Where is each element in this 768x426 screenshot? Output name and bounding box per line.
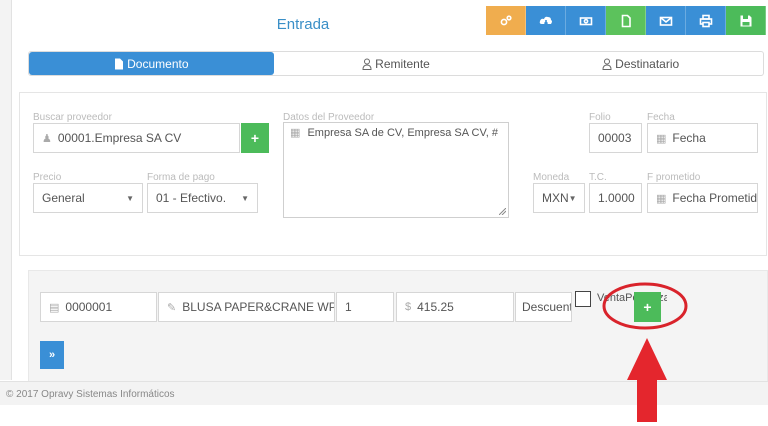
supplier-search-value: 00001.Empresa SA CV [57,131,182,145]
copyright-text: © 2017 Opravy Sistemas Informáticos [6,389,175,400]
quantity-input[interactable]: 1 [336,292,394,322]
sell-by-piece-checkbox[interactable] [575,291,591,307]
cloud-download-icon [539,16,552,25]
folio-label: Folio [589,112,611,123]
building-icon: ▦ [290,127,301,139]
edit-icon: ✎ [167,301,177,314]
cloud-download-button[interactable] [526,6,566,35]
footer: © 2017 Opravy Sistemas Informáticos [0,381,768,405]
envelope-icon [659,16,672,26]
product-description-input[interactable]: ✎ BLUSA PAPER&CRANE WP271 [158,292,335,322]
price-list-select[interactable]: General ▼ [33,183,143,213]
folio-input[interactable]: 00003 [589,123,642,153]
buscar-proveedor-label: Buscar proveedor [33,112,112,123]
tab-destinatario[interactable]: Destinatario [518,52,763,75]
resize-handle-icon[interactable] [499,208,506,215]
tab-remitente[interactable]: Remitente [274,52,519,75]
tc-label: T.C. [589,172,607,183]
currency-select[interactable]: MXN ▼ [533,183,585,213]
date-input[interactable]: ▦ Fecha [647,123,758,153]
tab-destinatario-label: Destinatario [615,56,680,71]
add-supplier-button[interactable]: + [241,123,269,153]
product-code-input[interactable]: ▤ 0000001 [40,292,157,322]
settings-button[interactable] [486,6,526,35]
barcode-icon: ▤ [49,301,60,314]
tab-remitente-label: Remitente [375,56,430,71]
calendar-icon: ▦ [656,132,667,145]
page-title: Entrada [276,16,330,33]
payment-method-select[interactable]: 01 - Efectivo. ▼ [147,183,258,213]
tab-documento-label: Documento [127,56,189,71]
action-toolbar [486,6,766,35]
user-icon: ♟ [42,132,52,145]
dollar-sign-icon: $ [405,301,412,313]
money-icon [579,16,592,25]
calendar-icon: ▦ [656,192,667,205]
gears-icon [500,14,512,25]
next-step-button[interactable]: » [40,341,64,369]
tab-bar: Documento Remitente Destinatario [28,51,764,76]
forma-pago-label: Forma de pago [147,172,215,183]
discount-placeholder: Descuento [522,300,571,314]
tab-documento[interactable]: Documento [29,52,274,75]
price-list-value: General [42,191,85,205]
exchange-rate-value: 1.0000 [598,191,635,205]
fecha-label: Fecha [647,112,675,123]
dropdown-arrow-icon: ▼ [126,193,134,203]
save-icon [740,15,751,26]
product-code-value: 0000001 [65,300,113,314]
unit-price-input[interactable]: $ 415.25 [396,292,514,322]
promised-date-input[interactable]: ▦ Fecha Prometido [647,183,758,213]
payment-button[interactable] [566,6,606,35]
print-icon [699,14,712,27]
page-left-edge [0,0,12,380]
item-entry-panel [28,270,768,382]
product-description-value: BLUSA PAPER&CRANE WP271 [182,300,335,314]
exchange-rate-input[interactable]: 1.0000 [589,183,642,213]
date-placeholder: Fecha [672,131,706,145]
currency-value: MXN [542,191,569,205]
quantity-value: 1 [345,300,352,314]
moneda-label: Moneda [533,172,570,183]
save-button[interactable] [726,6,766,35]
folio-value: 00003 [598,131,632,145]
user-icon [362,58,372,70]
payment-method-value: 01 - Efectivo. [156,191,227,205]
supplier-search-input[interactable]: ♟ 00001.Empresa SA CV [33,123,240,153]
add-item-button[interactable]: + [634,292,661,322]
discount-input[interactable]: Descuento [515,292,572,322]
precio-label: Precio [33,172,62,183]
unit-price-value: 415.25 [417,300,454,314]
document-icon [621,14,631,27]
supplier-details-value: Empresa SA de CV, Empresa SA CV, # [307,127,499,139]
supplier-details-textarea[interactable]: ▦ Empresa SA de CV, Empresa SA CV, # [283,122,509,218]
email-button[interactable] [646,6,686,35]
dropdown-arrow-icon: ▼ [568,193,577,203]
promised-date-placeholder: Fecha Prometido [672,191,758,205]
file-icon [115,58,124,69]
dropdown-arrow-icon: ▼ [241,193,249,203]
f-prometido-label: F prometido [647,172,701,183]
print-button[interactable] [686,6,726,35]
user-icon [602,58,612,70]
document-button[interactable] [606,6,646,35]
